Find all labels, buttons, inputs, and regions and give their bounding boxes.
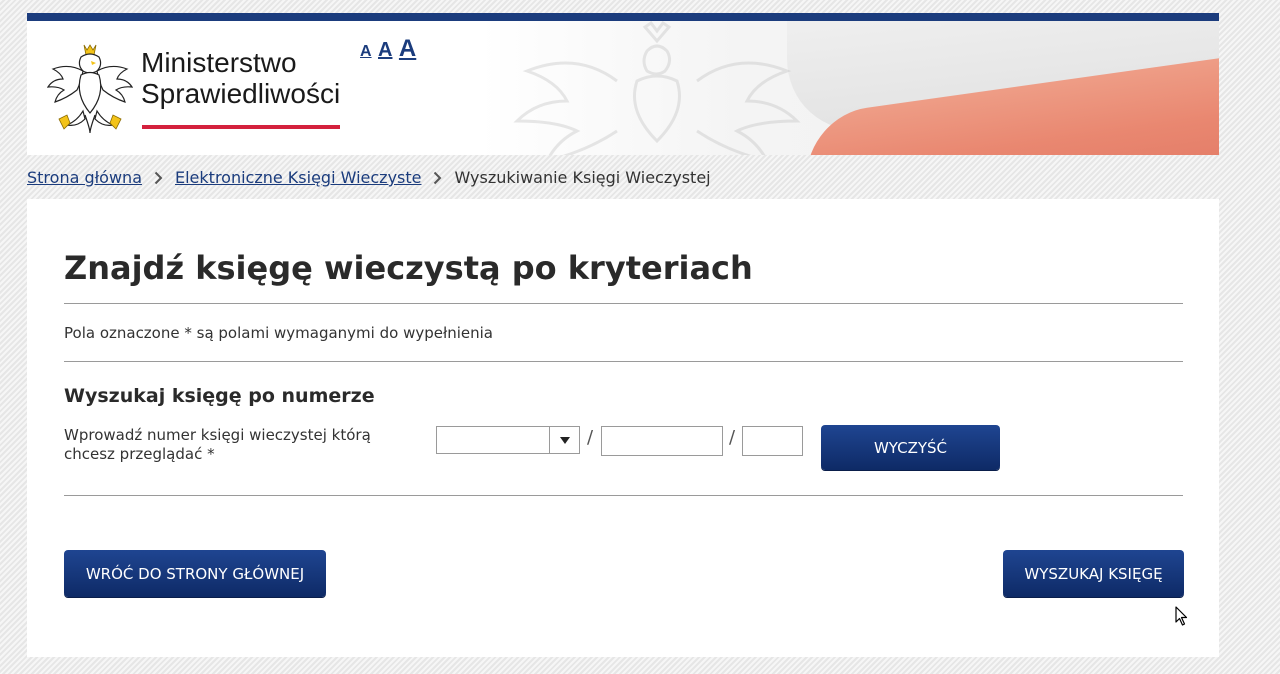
ministry-logo-text: Ministerstwo Sprawiedliwości xyxy=(141,47,340,109)
required-fields-note: Pola oznaczone * są polami wymaganymi do… xyxy=(64,324,494,342)
separator-slash: / xyxy=(587,427,594,448)
breadcrumb-ekw-link[interactable]: Elektroniczne Księgi Wieczyste xyxy=(175,168,421,187)
top-accent-bar xyxy=(27,13,1219,21)
font-size-small-link[interactable]: A xyxy=(360,43,372,60)
divider xyxy=(64,495,1183,496)
logo-stripe-red xyxy=(142,125,340,129)
font-size-large-link[interactable]: A xyxy=(399,35,416,62)
kw-number-label: Wprowadź numer księgi wieczystej którą c… xyxy=(64,426,371,463)
site-header: Ministerstwo Sprawiedliwości A A A xyxy=(27,21,1219,155)
court-code-select[interactable] xyxy=(436,426,580,454)
back-to-home-button[interactable]: WRÓĆ DO STRONY GŁÓWNEJ xyxy=(64,550,326,597)
kw-number-input[interactable] xyxy=(601,426,723,456)
breadcrumb-current: Wyszukiwanie Księgi Wieczystej xyxy=(454,168,711,187)
page-title: Znajdź księgę wieczystą po kryteriach xyxy=(64,249,753,287)
chevron-right-icon xyxy=(433,171,442,185)
search-book-button[interactable]: WYSZUKAJ KSIĘGĘ xyxy=(1003,550,1184,597)
breadcrumb: Strona główna Elektroniczne Księgi Wiecz… xyxy=(27,168,711,187)
polish-eagle-emblem-icon xyxy=(47,44,133,134)
divider xyxy=(64,303,1183,304)
logo-line-2: Sprawiedliwości xyxy=(141,78,341,109)
breadcrumb-home-link[interactable]: Strona główna xyxy=(27,168,142,187)
chevron-right-icon xyxy=(154,171,163,185)
separator-slash: / xyxy=(729,427,736,448)
caret-down-icon[interactable] xyxy=(549,427,579,453)
mouse-cursor-icon xyxy=(1175,606,1188,626)
check-digit-input[interactable] xyxy=(742,426,803,456)
clear-button[interactable]: WYCZYŚĆ xyxy=(821,425,1000,470)
eagle-watermark-icon xyxy=(513,21,801,155)
divider xyxy=(64,361,1183,362)
font-size-medium-link[interactable]: A xyxy=(378,39,392,61)
font-size-switcher: A A A xyxy=(360,35,418,63)
logo-line-1: Ministerstwo xyxy=(141,47,297,78)
section-title: Wyszukaj księgę po numerze xyxy=(64,385,375,407)
search-form-panel: Znajdź księgę wieczystą po kryteriach Po… xyxy=(27,199,1219,657)
